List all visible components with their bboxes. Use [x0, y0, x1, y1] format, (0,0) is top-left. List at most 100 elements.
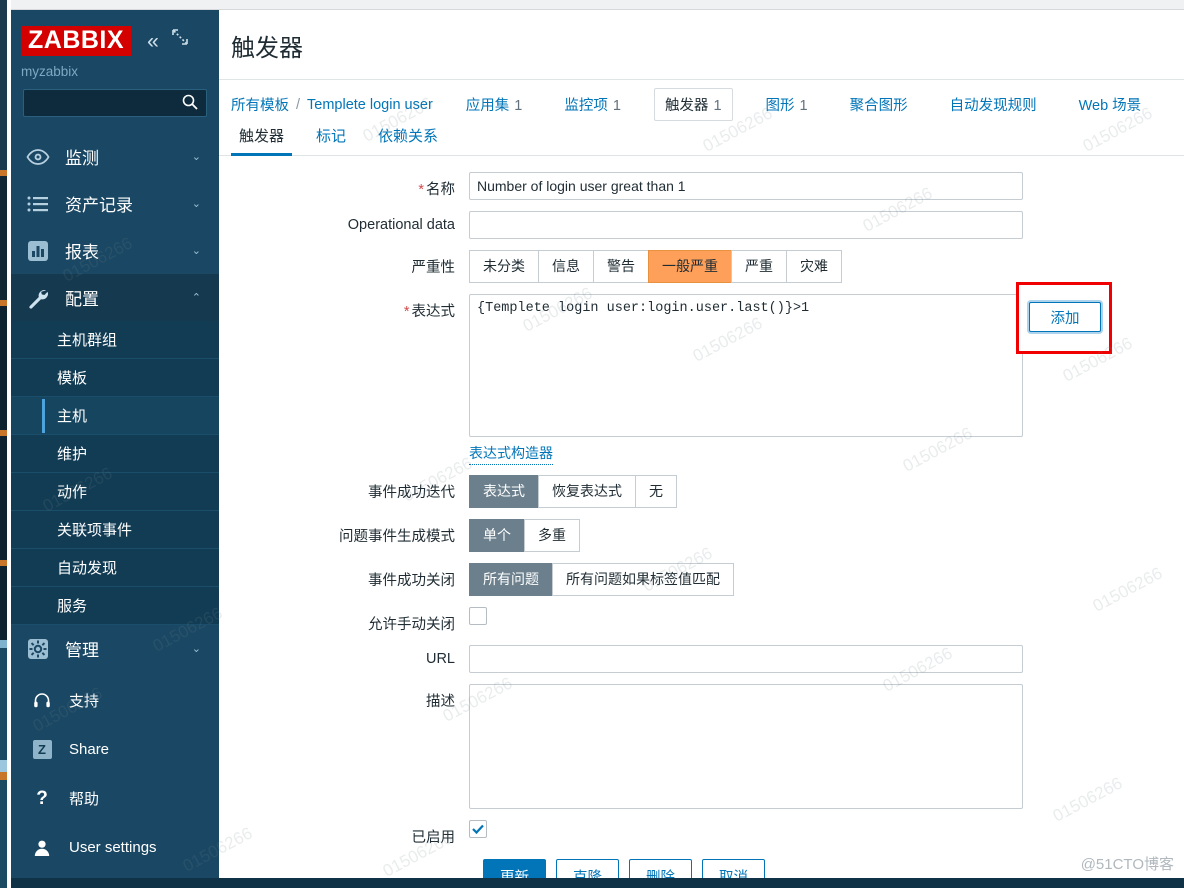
tab-label: 应用集: [465, 98, 510, 114]
severity-label: 严重性: [411, 260, 456, 276]
form-row-description: 描述: [219, 684, 1184, 809]
submenu-label: 服务: [57, 598, 88, 616]
sidebar-item-maintenance[interactable]: 维护: [11, 435, 219, 474]
list-icon: [25, 191, 51, 217]
breadcrumb-tab-screens[interactable]: 聚合图形: [841, 89, 917, 120]
add-expression-button[interactable]: 添加: [1029, 302, 1101, 332]
submenu-label: 主机群组: [57, 332, 118, 350]
breadcrumb-tab-applications[interactable]: 应用集 1: [457, 89, 532, 120]
tab-label: Web 场景: [1078, 98, 1142, 114]
collapse-sidebar-icon[interactable]: «: [147, 31, 159, 52]
sidebar-item-host-groups[interactable]: 主机群组: [11, 321, 219, 360]
breadcrumb-template-name[interactable]: Templete login user: [307, 97, 433, 113]
expression-label: * 表达式: [219, 294, 469, 321]
sidebar-item-monitoring[interactable]: 监测 ⌄: [11, 133, 219, 180]
sidebar-search: [11, 89, 219, 118]
breadcrumb-tab-web-scenarios[interactable]: Web 场景: [1070, 89, 1151, 120]
close-option-all-problems[interactable]: 所有问题: [469, 563, 552, 596]
expand-sidebar-icon[interactable]: [171, 29, 188, 49]
trigger-form: *名称 Operational data 严重性 未分类 信息 警告 一般严重 …: [219, 156, 1184, 888]
breadcrumb-tab-discovery-rules[interactable]: 自动发现规则: [941, 89, 1046, 120]
add-button-highlight: 添加: [1016, 282, 1112, 354]
allow-manual-close-checkbox[interactable]: [469, 607, 487, 625]
close-option-all-problems-tag-match[interactable]: 所有问题如果标签值匹配: [552, 563, 734, 596]
breadcrumb-tab-triggers[interactable]: 触发器 1: [653, 88, 733, 121]
sidebar-item-help[interactable]: ? 帮助: [11, 774, 219, 823]
sidebar-item-configuration[interactable]: 配置 ⌃: [11, 274, 219, 322]
form-row-severity: 严重性 未分类 信息 警告 一般严重 严重 灾难: [219, 250, 1184, 283]
sidebar-item-discovery[interactable]: 自动发现: [11, 549, 219, 588]
breadcrumb-tab-items[interactable]: 监控项 1: [555, 89, 630, 120]
expression-constructor-link[interactable]: 表达式构造器: [469, 443, 553, 465]
chevron-down-icon: ⌄: [191, 198, 201, 211]
operational-data-label: Operational data: [347, 217, 455, 233]
severity-option-average[interactable]: 一般严重: [648, 250, 731, 283]
tab-count: 1: [612, 98, 621, 114]
tab-label: 触发器: [664, 98, 709, 114]
name-label: * 名称: [219, 172, 469, 199]
app-root: ZABBIX « myzabbix 监测 ⌄ 资产记录 ⌄ 报表 ⌄ 配置 ⌃ …: [0, 0, 1184, 888]
tab-count: 1: [514, 98, 523, 114]
sidebar-item-actions[interactable]: 动作: [11, 473, 219, 512]
sidebar-item-inventory[interactable]: 资产记录 ⌄: [11, 180, 219, 227]
sidebar-item-label: 资产记录: [65, 196, 133, 216]
zabbix-logo[interactable]: ZABBIX: [21, 26, 132, 57]
required-marker: *: [403, 304, 410, 320]
url-input[interactable]: [469, 645, 1023, 673]
window-bottom-bar: [0, 878, 1184, 888]
breadcrumb: 所有模板 / Templete login user 应用集 1 监控项 1 触发器…: [219, 80, 1184, 121]
iteration-option-none[interactable]: 无: [635, 475, 677, 508]
severity-option-not-classified[interactable]: 未分类: [469, 250, 538, 283]
sidebar-nav: 监测 ⌄ 资产记录 ⌄ 报表 ⌄ 配置 ⌃ 主机群组 模板 主机 维护 动作 关…: [11, 133, 219, 872]
sidebar-item-label: Share: [69, 741, 110, 759]
user-icon: [31, 839, 53, 857]
sidebar-item-templates[interactable]: 模板: [11, 359, 219, 398]
submenu-label: 自动发现: [57, 560, 118, 578]
url-label: URL: [425, 651, 455, 667]
event-success-iteration-radio-group: 表达式 恢复表达式 无: [469, 475, 677, 508]
gen-mode-option-multiple[interactable]: 多重: [524, 519, 580, 552]
sidebar-item-services[interactable]: 服务: [11, 587, 219, 626]
gen-mode-option-single[interactable]: 单个: [469, 519, 524, 552]
severity-option-information[interactable]: 信息: [538, 250, 593, 283]
severity-option-high[interactable]: 严重: [731, 250, 786, 283]
search-input[interactable]: [23, 89, 207, 118]
eye-icon: [25, 144, 51, 170]
sidebar: ZABBIX « myzabbix 监测 ⌄ 资产记录 ⌄ 报表 ⌄ 配置 ⌃ …: [11, 10, 219, 888]
expression-textarea[interactable]: [469, 294, 1023, 437]
tab-label: 监控项: [564, 98, 608, 114]
sidebar-item-administration[interactable]: 管理 ⌄: [11, 625, 219, 672]
name-input[interactable]: [469, 172, 1023, 200]
tab-tags[interactable]: 标记: [308, 125, 354, 155]
sidebar-item-reports[interactable]: 报表 ⌄: [11, 227, 219, 274]
breadcrumb-all-templates[interactable]: 所有模板: [231, 94, 289, 115]
description-textarea[interactable]: [469, 684, 1023, 809]
problem-event-gen-mode-radio-group: 单个 多重: [469, 519, 580, 552]
sidebar-item-correlation[interactable]: 关联项事件: [11, 511, 219, 550]
sidebar-item-support[interactable]: 支持: [11, 676, 219, 725]
iteration-option-recovery-expression[interactable]: 恢复表达式: [538, 475, 635, 508]
sidebar-item-label: 配置: [65, 290, 99, 310]
sidebar-item-user-settings[interactable]: User settings: [11, 823, 219, 872]
allow-manual-close-label: 允许手动关闭: [368, 617, 455, 633]
label-text: 名称: [426, 182, 455, 198]
severity-option-disaster[interactable]: 灾难: [786, 250, 842, 283]
operational-data-input[interactable]: [469, 211, 1023, 239]
sidebar-item-share[interactable]: Z Share: [11, 725, 219, 774]
required-marker: *: [418, 182, 424, 198]
tab-dependencies[interactable]: 依赖关系: [370, 125, 446, 155]
sidebar-item-hosts[interactable]: 主机: [11, 397, 219, 436]
tab-trigger[interactable]: 触发器: [231, 125, 293, 156]
page-title: 触发器: [231, 35, 303, 62]
enabled-checkbox[interactable]: [469, 820, 487, 838]
main-content: 触发器 所有模板 / Templete login user 应用集 1 监控项 1…: [219, 10, 1184, 888]
breadcrumb-tab-graphs[interactable]: 图形 1: [757, 89, 817, 120]
sidebar-username: myzabbix: [21, 64, 79, 80]
iteration-option-expression[interactable]: 表达式: [469, 475, 538, 508]
sidebar-item-label: 监测: [65, 149, 99, 169]
submenu-label: 主机: [57, 408, 88, 426]
severity-radio-group: 未分类 信息 警告 一般严重 严重 灾难: [469, 250, 842, 283]
label-text: 表达式: [411, 304, 456, 320]
severity-option-warning[interactable]: 警告: [593, 250, 648, 283]
gear-icon: [25, 636, 51, 662]
